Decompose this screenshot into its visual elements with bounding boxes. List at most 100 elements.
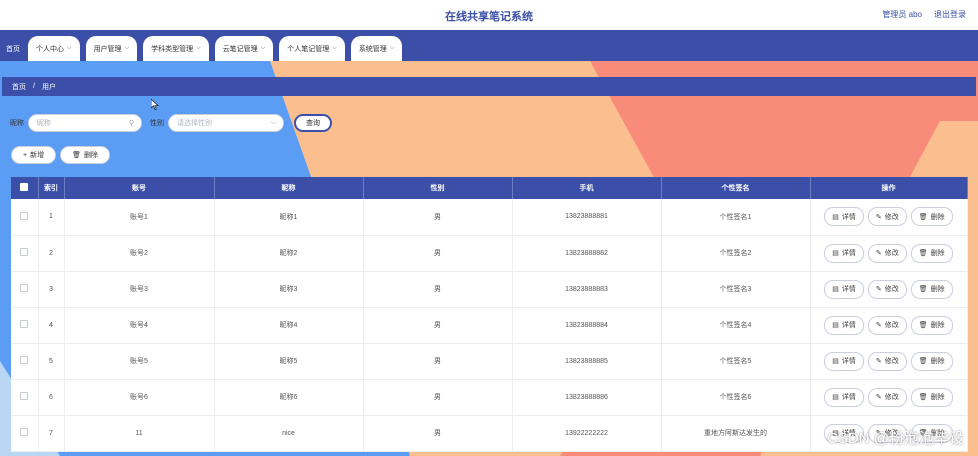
row-index: 3 — [38, 271, 65, 308]
system-title: 在线共享笔记系统 — [445, 11, 533, 23]
main-nav: 首页 个人中心 ⌵ 用户管理 ⌵ 学科类型管理 ⌵ 云笔记管理 ⌵ 个人笔记管理 ⌵ 系统… — [0, 30, 978, 61]
watermark: CSDN @粉泡泡毕设 — [827, 430, 964, 447]
nickname-cell: nice — [214, 415, 364, 452]
row-index: 6 — [38, 379, 65, 416]
nav-label: 学科类型管理 — [151, 45, 194, 53]
detail-button[interactable]: ▤ 详情 — [824, 315, 864, 335]
row-checkbox[interactable] — [11, 379, 39, 416]
signature-cell: 个性签名3 — [661, 271, 811, 308]
phone-cell: 13922222222 — [512, 415, 662, 452]
gender-cell: 男 — [363, 271, 513, 308]
row-index: 7 — [38, 415, 65, 452]
detail-label: 详情 — [841, 322, 856, 329]
nav-system-management[interactable]: 系统管理 ⌵ — [350, 36, 403, 61]
edit-label: 修改 — [884, 250, 899, 257]
row-actions: ▤ 详情 ✎ 修改 🗑 删除 — [810, 343, 968, 380]
nickname-cell: 昵称4 — [214, 307, 364, 344]
nav-label: 云笔记管理 — [222, 45, 258, 53]
delete-label: 删除 — [930, 394, 945, 401]
delete-button[interactable]: 🗑 删除 — [910, 387, 953, 407]
column-header: 手机 — [512, 177, 662, 199]
detail-button[interactable]: ▤ 详情 — [824, 243, 864, 263]
nav-label: 系统管理 — [358, 45, 387, 53]
search-icon: ⚲ — [128, 120, 134, 127]
chevron-down-icon: ⌵ — [389, 45, 395, 51]
edit-button[interactable]: ✎ 修改 — [867, 279, 907, 299]
trash-icon: 🗑 — [918, 286, 928, 293]
add-label: 新增 — [30, 152, 45, 159]
select-all-checkbox[interactable] — [11, 177, 39, 199]
breadcrumb-home[interactable]: 首页 — [12, 82, 26, 92]
nav-user-management[interactable]: 用户管理 ⌵ — [85, 36, 138, 61]
detail-button[interactable]: ▤ 详情 — [824, 279, 864, 299]
row-index: 4 — [38, 307, 65, 344]
account-cell: 账号4 — [64, 307, 215, 344]
column-header: 性别 — [363, 177, 513, 199]
logout-link[interactable]: 退出登录 — [934, 9, 966, 20]
user-area: 管理员 abo 退出登录 — [882, 9, 966, 20]
column-header: 昵称 — [214, 177, 364, 199]
delete-label: 删除 — [930, 358, 945, 365]
nickname-cell: 昵称5 — [214, 343, 364, 380]
nav-subject-type-management[interactable]: 学科类型管理 ⌵ — [143, 36, 209, 61]
table-row: 5 账号5 昵称5 男 13823888885 个性签名5 ▤ 详情 ✎ 修改 🗑 删除 — [11, 343, 968, 380]
document-icon: ▤ — [832, 394, 839, 401]
query-button[interactable]: 查询 — [294, 114, 332, 132]
row-checkbox[interactable] — [11, 271, 39, 308]
gender-cell: 男 — [363, 379, 513, 416]
row-checkbox[interactable] — [11, 235, 39, 272]
document-icon: ▤ — [832, 286, 839, 293]
table-row: 1 账号1 昵称1 男 13823888881 个性签名1 ▤ 详情 ✎ 修改 🗑 删除 — [11, 199, 968, 236]
detail-button[interactable]: ▤ 详情 — [824, 351, 864, 371]
signature-cell: 个性签名4 — [661, 307, 811, 344]
phone-cell: 13823888886 — [512, 379, 662, 416]
delete-button[interactable]: 🗑 删除 — [910, 279, 953, 299]
nav-personal-note-management[interactable]: 个人笔记管理 ⌵ — [279, 36, 345, 61]
row-checkbox[interactable] — [11, 307, 39, 344]
bulk-delete-button[interactable]: 🗑 删除 — [60, 146, 110, 164]
detail-button[interactable]: ▤ 详情 — [824, 387, 864, 407]
detail-button[interactable]: ▤ 详情 — [824, 207, 864, 227]
delete-label: 删除 — [930, 250, 945, 257]
edit-button[interactable]: ✎ 修改 — [867, 387, 907, 407]
delete-button[interactable]: 🗑 删除 — [910, 315, 953, 335]
edit-label: 修改 — [884, 322, 899, 329]
row-actions: ▤ 详情 ✎ 修改 🗑 删除 — [810, 271, 968, 308]
phone-cell: 13823888885 — [512, 343, 662, 380]
nav-personal-center[interactable]: 个人中心 ⌵ — [28, 36, 80, 61]
edit-button[interactable]: ✎ 修改 — [867, 351, 907, 371]
delete-label: 删除 — [83, 152, 98, 159]
gender-select[interactable]: 请选择性别 ⌵ — [168, 114, 284, 132]
nav-cloud-note-management[interactable]: 云笔记管理 ⌵ — [214, 36, 274, 61]
row-checkbox[interactable] — [11, 199, 39, 236]
nav-home[interactable]: 首页 — [4, 36, 22, 61]
row-checkbox[interactable] — [11, 415, 39, 452]
admin-label[interactable]: 管理员 abo — [882, 9, 922, 20]
edit-button[interactable]: ✎ 修改 — [867, 315, 907, 335]
edit-button[interactable]: ✎ 修改 — [867, 207, 907, 227]
name-search-input[interactable]: 昵称 ⚲ — [28, 114, 142, 132]
account-cell: 账号3 — [64, 271, 215, 308]
table-row: 7 11 nice 男 13922222222 重地方阿斯达发生的 ▤ 详情 ✎ 修改 🗑 删除 — [11, 415, 968, 452]
row-checkbox[interactable] — [11, 343, 39, 380]
delete-button[interactable]: 🗑 删除 — [910, 243, 953, 263]
delete-button[interactable]: 🗑 删除 — [910, 207, 953, 227]
user-table: 索引 账号 昵称 性别 手机 个性签名 操作 1 账号1 昵称1 男 138238888… — [11, 177, 968, 452]
trash-icon: 🗑 — [918, 394, 928, 401]
action-bar: + 新增 🗑 删除 — [11, 146, 110, 164]
chevron-down-icon: ⌵ — [196, 45, 201, 51]
detail-label: 详情 — [841, 358, 856, 365]
trash-icon: 🗑 — [918, 358, 928, 365]
search-bar: 昵称 昵称 ⚲ 性别 请选择性别 ⌵ 查询 — [10, 114, 332, 132]
edit-button[interactable]: ✎ 修改 — [867, 243, 907, 263]
pencil-icon: ✎ — [875, 394, 882, 401]
add-button[interactable]: + 新增 — [11, 146, 57, 164]
account-cell: 账号5 — [64, 343, 215, 380]
gender-placeholder: 请选择性别 — [177, 120, 212, 127]
pencil-icon: ✎ — [875, 358, 882, 365]
pencil-icon: ✎ — [875, 213, 882, 221]
nickname-cell: 昵称3 — [214, 271, 364, 308]
row-actions: ▤ 详情 ✎ 修改 🗑 删除 — [810, 379, 968, 416]
signature-cell: 个性签名5 — [661, 343, 811, 380]
delete-button[interactable]: 🗑 删除 — [910, 351, 953, 371]
